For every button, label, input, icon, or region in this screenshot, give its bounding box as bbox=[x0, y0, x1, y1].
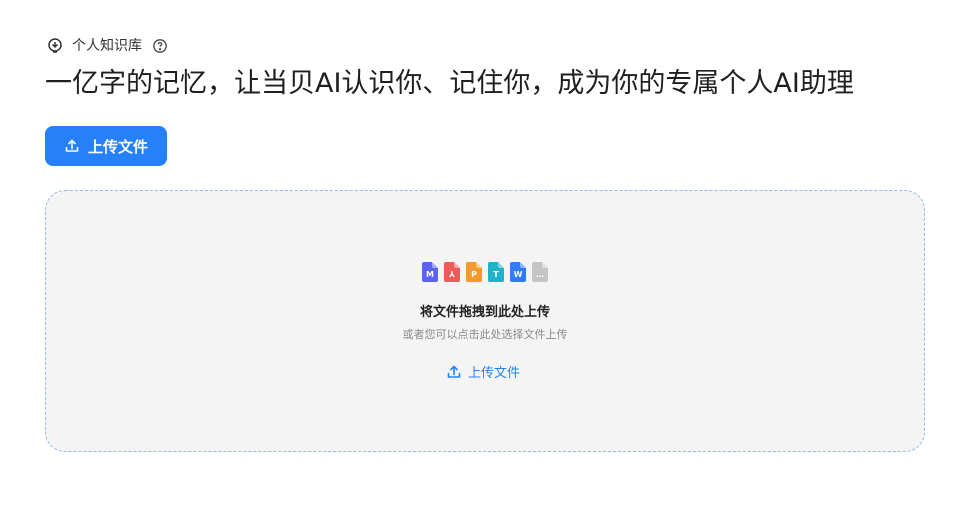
upload-file-button[interactable]: 上传文件 bbox=[45, 126, 167, 166]
svg-text:W: W bbox=[514, 270, 523, 279]
lightbulb-icon bbox=[46, 37, 64, 55]
file-type-icons: M ⅄ P T W … bbox=[422, 262, 548, 282]
dropzone-upload-link[interactable]: 上传文件 bbox=[446, 362, 520, 381]
dropzone-subtitle: 或者您可以点击此处选择文件上传 bbox=[402, 328, 568, 341]
question-circle-icon[interactable] bbox=[152, 38, 168, 54]
txt-file-icon: T bbox=[488, 262, 504, 282]
svg-text:⅄: ⅄ bbox=[448, 270, 455, 279]
pdf-file-icon: ⅄ bbox=[444, 262, 460, 282]
svg-text:P: P bbox=[471, 270, 477, 279]
svg-text:T: T bbox=[493, 270, 499, 279]
svg-text:…: … bbox=[536, 270, 544, 279]
knowledge-base-page: 个人知识库 一亿字的记忆，让当贝AI认识你、记住你，成为你的专属个人AI助理 上… bbox=[0, 0, 959, 528]
file-dropzone[interactable]: M ⅄ P T W … 将文件拖拽到此处上传 或者您可以点击此处选择文件上传 上传文件 bbox=[45, 190, 925, 452]
kb-header: 个人知识库 bbox=[46, 36, 168, 56]
more-file-icon: … bbox=[532, 262, 548, 282]
dropzone-upload-link-label: 上传文件 bbox=[468, 366, 521, 381]
svg-text:M: M bbox=[426, 270, 434, 279]
upload-icon bbox=[446, 364, 462, 380]
upload-file-button-label: 上传文件 bbox=[87, 138, 148, 156]
upload-icon bbox=[64, 138, 80, 154]
markdown-file-icon: M bbox=[422, 262, 438, 282]
ppt-file-icon: P bbox=[466, 262, 482, 282]
dropzone-title: 将文件拖拽到此处上传 bbox=[419, 305, 550, 320]
word-file-icon: W bbox=[510, 262, 526, 282]
kb-label: 个人知识库 bbox=[72, 38, 142, 54]
page-title: 一亿字的记忆，让当贝AI认识你、记住你，成为你的专属个人AI助理 bbox=[45, 68, 854, 99]
